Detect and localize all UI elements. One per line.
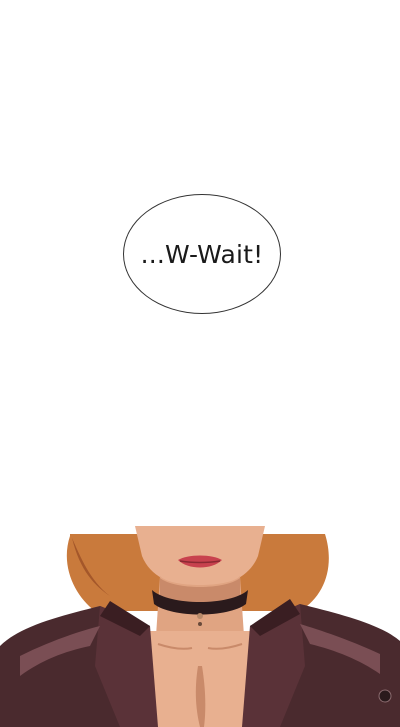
character-illustration: [0, 526, 400, 727]
choker-pendant: [198, 622, 202, 626]
jacket-button-icon: [378, 689, 392, 703]
speech-text: ...W-Wait!: [140, 239, 264, 269]
illustration-panel: [0, 526, 400, 727]
speech-bubble: ...W-Wait!: [123, 194, 281, 314]
choker-ring: [197, 613, 203, 619]
comic-page: ...W-Wait!: [0, 0, 400, 727]
